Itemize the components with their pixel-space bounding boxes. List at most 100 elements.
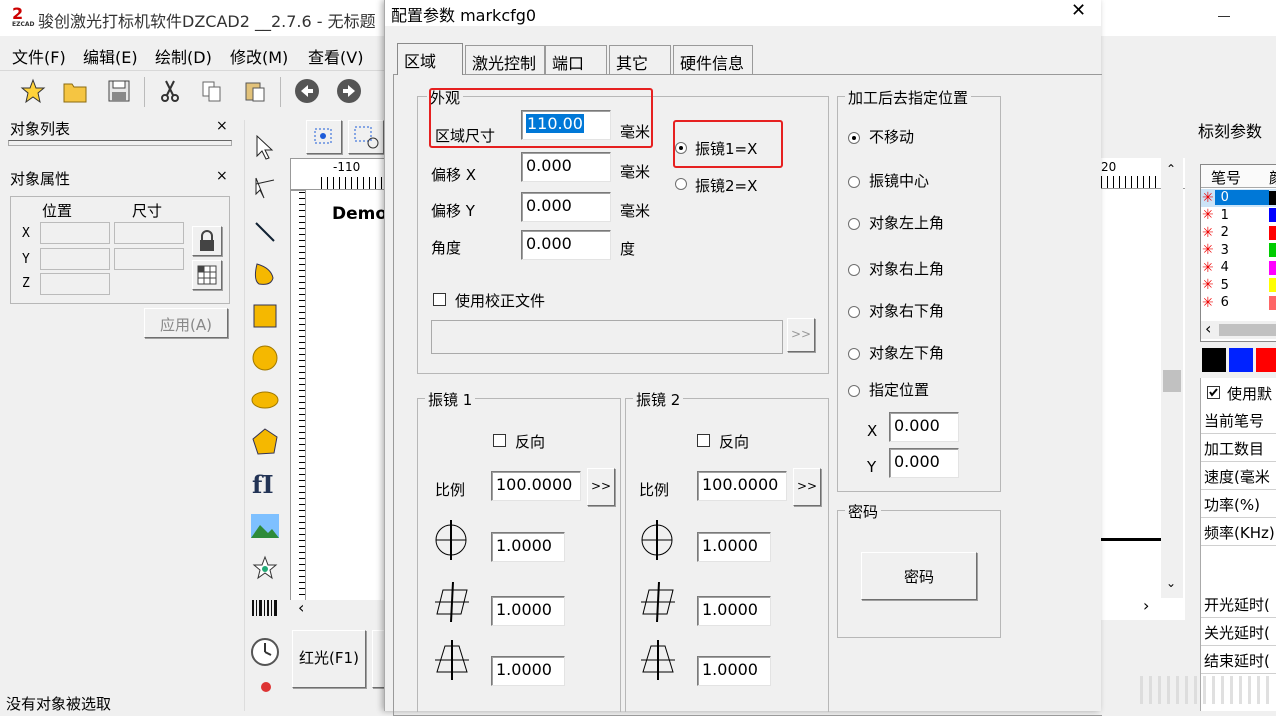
after-option-radio[interactable] bbox=[848, 176, 860, 188]
image-icon[interactable] bbox=[248, 509, 282, 543]
scroll-right-icon[interactable]: › bbox=[1143, 596, 1149, 615]
offset-y-input[interactable]: 0.000 bbox=[521, 192, 611, 222]
scroll-left-icon[interactable]: ‹ bbox=[298, 598, 304, 617]
galvo1-v1-input[interactable]: 1.0000 bbox=[491, 532, 565, 562]
galvo2-scale-browse[interactable]: >> bbox=[793, 468, 821, 506]
tab-area[interactable]: 区域 bbox=[397, 43, 463, 75]
galvo2-v3-input[interactable]: 1.0000 bbox=[697, 656, 771, 686]
copy-icon[interactable] bbox=[197, 76, 227, 106]
menu-draw[interactable]: 绘制(D) bbox=[155, 44, 212, 68]
after-y-input[interactable]: 0.000 bbox=[889, 448, 959, 478]
object-list-close-icon[interactable]: × bbox=[216, 118, 228, 134]
tab-laser-control[interactable]: 激光控制 bbox=[465, 45, 545, 74]
galvo1-v2-input[interactable]: 1.0000 bbox=[491, 596, 565, 626]
pen-row[interactable]: ✳ 1 bbox=[1201, 206, 1276, 224]
draw-toolbar: fI bbox=[244, 120, 285, 711]
pen-row[interactable]: ✳ 3 bbox=[1201, 241, 1276, 259]
use-calib-checkbox[interactable] bbox=[433, 293, 446, 306]
pen-row[interactable]: ✳ 0 bbox=[1201, 189, 1276, 207]
color-swatch[interactable] bbox=[1229, 348, 1253, 372]
curve-icon[interactable] bbox=[248, 257, 282, 291]
scroll-down-icon[interactable]: ⌄ bbox=[1166, 576, 1176, 590]
calib-file-field[interactable] bbox=[431, 320, 783, 354]
galvo2-x-radio[interactable] bbox=[675, 178, 687, 190]
after-x-input[interactable]: 0.000 bbox=[889, 412, 959, 442]
open-folder-icon[interactable] bbox=[60, 76, 90, 106]
dialog-close-icon[interactable]: ✕ bbox=[1071, 0, 1086, 21]
menu-modify[interactable]: 修改(M) bbox=[230, 44, 288, 68]
input-port-icon[interactable] bbox=[261, 682, 271, 692]
pen-row[interactable]: ✳ 4 bbox=[1201, 259, 1276, 277]
angle-input[interactable]: 0.000 bbox=[521, 230, 611, 260]
text-icon[interactable]: fI bbox=[248, 467, 282, 501]
after-option-radio[interactable] bbox=[848, 385, 860, 397]
after-option-radio[interactable] bbox=[848, 306, 860, 318]
after-option-radio[interactable] bbox=[848, 132, 860, 144]
circle-icon[interactable] bbox=[248, 341, 282, 375]
line-icon[interactable] bbox=[248, 215, 282, 249]
size-y-field[interactable] bbox=[114, 248, 184, 270]
timer-icon[interactable] bbox=[248, 635, 282, 669]
color-swatch[interactable] bbox=[1256, 348, 1276, 372]
node-edit-icon[interactable] bbox=[248, 172, 282, 206]
minimize-icon[interactable] bbox=[1218, 16, 1230, 17]
color-swatch[interactable] bbox=[1202, 348, 1226, 372]
pos-y-field[interactable] bbox=[40, 248, 110, 270]
after-option-radio[interactable] bbox=[848, 348, 860, 360]
cut-icon[interactable] bbox=[155, 76, 185, 106]
tab-port[interactable]: 端口 bbox=[545, 45, 607, 74]
vscroll[interactable]: ⌃ ⌄ bbox=[1161, 158, 1183, 598]
canvas[interactable]: Demo bbox=[306, 190, 390, 600]
rectangle-icon[interactable] bbox=[248, 299, 282, 333]
pos-x-field[interactable] bbox=[40, 222, 110, 244]
apply-button[interactable]: 应用(A) bbox=[144, 308, 228, 338]
wizard-icon[interactable] bbox=[18, 76, 48, 106]
vector-file-icon[interactable] bbox=[248, 551, 282, 585]
pen-row[interactable]: ✳ 5 bbox=[1201, 276, 1276, 294]
menu-view[interactable]: 查看(V) bbox=[308, 44, 363, 68]
galvo1-v3-input[interactable]: 1.0000 bbox=[491, 656, 565, 686]
galvo2-reverse-checkbox[interactable] bbox=[697, 434, 710, 447]
galvo2-scale-input[interactable]: 100.0000 bbox=[697, 471, 787, 501]
select-arrow-icon[interactable] bbox=[248, 130, 282, 164]
scroll-up-icon[interactable]: ⌃ bbox=[1166, 162, 1176, 176]
calib-browse-button[interactable]: >> bbox=[787, 318, 815, 352]
red-light-button[interactable]: 红光(F1) bbox=[292, 630, 366, 688]
tab-hardware-info[interactable]: 硬件信息 bbox=[673, 45, 753, 74]
forward-icon[interactable] bbox=[334, 76, 364, 106]
back-icon[interactable] bbox=[292, 76, 322, 106]
after-option-radio[interactable] bbox=[848, 218, 860, 230]
grid-icon[interactable] bbox=[192, 260, 222, 290]
align-icon[interactable] bbox=[306, 120, 342, 154]
barcode-icon[interactable] bbox=[248, 593, 282, 627]
paste-icon[interactable] bbox=[240, 76, 270, 106]
ellipse-icon[interactable] bbox=[248, 383, 282, 417]
after-option-radio[interactable] bbox=[848, 264, 860, 276]
pen-hscroll[interactable]: ‹ bbox=[1201, 319, 1276, 339]
galvo2-v2-input[interactable]: 1.0000 bbox=[697, 596, 771, 626]
tab-other[interactable]: 其它 bbox=[609, 45, 671, 74]
pen-row[interactable]: ✳ 2 bbox=[1201, 224, 1276, 242]
galvo1-reverse-checkbox[interactable] bbox=[493, 434, 506, 447]
object-props-close-icon[interactable]: × bbox=[216, 168, 228, 184]
galvo1-scale-input[interactable]: 100.0000 bbox=[491, 471, 581, 501]
pen-scroll-left-icon[interactable]: ‹ bbox=[1205, 319, 1211, 338]
pos-z-field[interactable] bbox=[40, 273, 110, 295]
offset-x-input[interactable]: 0.000 bbox=[521, 152, 611, 182]
canvas-toolbar bbox=[296, 120, 390, 156]
galvo1-scale-browse[interactable]: >> bbox=[587, 468, 615, 506]
use-default-checkbox[interactable] bbox=[1207, 386, 1220, 399]
rotate-icon[interactable] bbox=[348, 120, 384, 154]
menu-file[interactable]: 文件(F) bbox=[12, 44, 66, 68]
canvas-hscroll[interactable]: ‹ bbox=[290, 598, 390, 618]
password-button[interactable]: 密码 bbox=[861, 552, 977, 600]
pen-row[interactable]: ✳ 6 bbox=[1201, 294, 1276, 312]
polygon-icon[interactable] bbox=[248, 425, 282, 459]
lock-icon[interactable] bbox=[192, 226, 222, 256]
menu-edit[interactable]: 编辑(E) bbox=[83, 44, 138, 68]
galvo2-v1-input[interactable]: 1.0000 bbox=[697, 532, 771, 562]
pen-scroll-thumb[interactable] bbox=[1219, 324, 1276, 336]
save-icon[interactable] bbox=[104, 76, 134, 106]
size-x-field[interactable] bbox=[114, 222, 184, 244]
scroll-thumb[interactable] bbox=[1163, 370, 1181, 392]
